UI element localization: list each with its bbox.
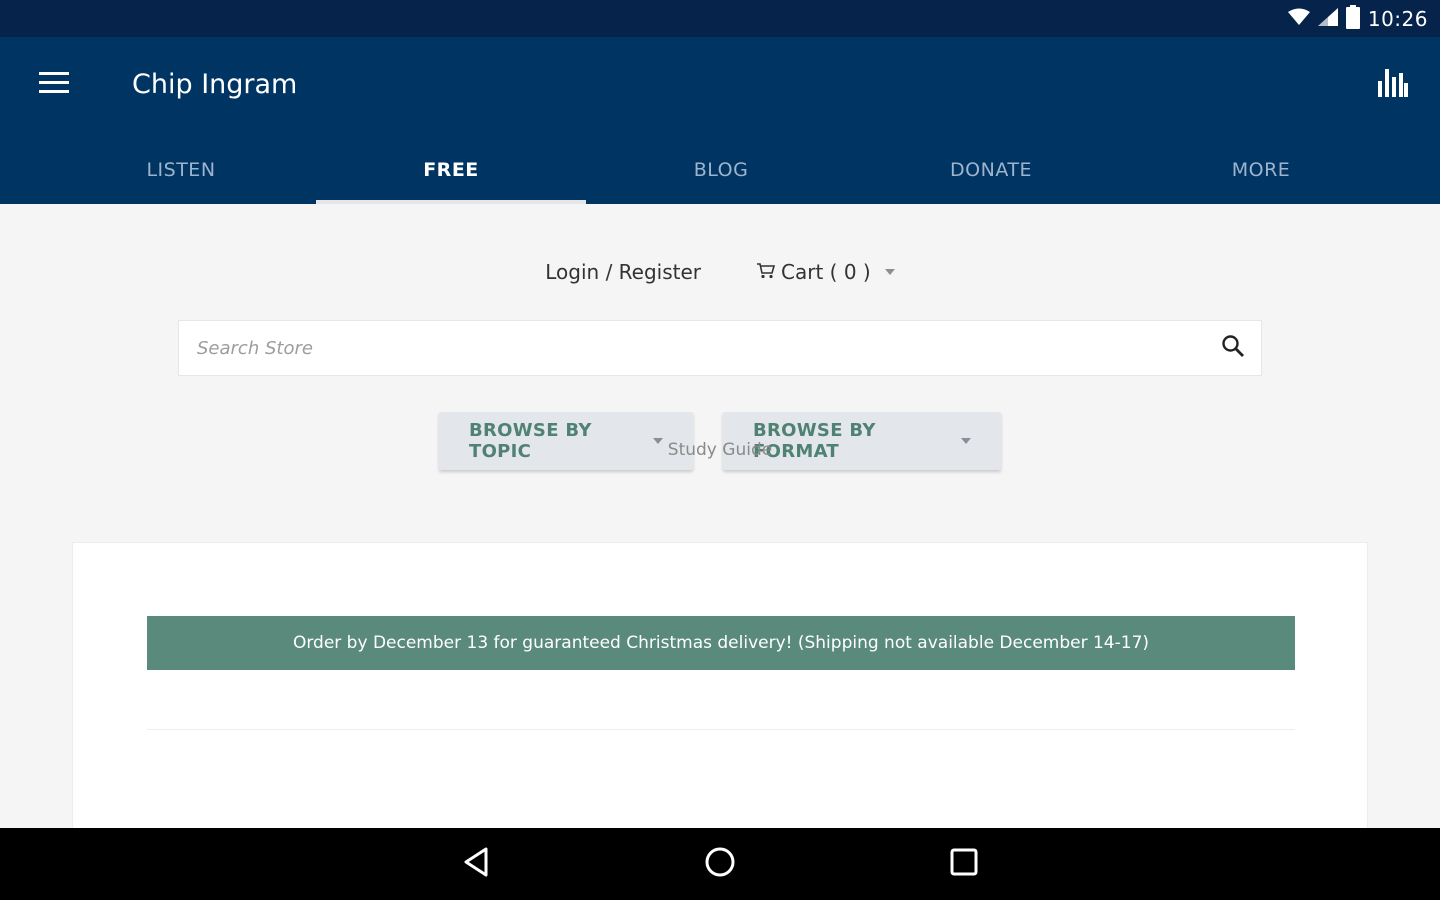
chevron-down-icon bbox=[884, 269, 895, 275]
stats-icon bbox=[1376, 67, 1408, 104]
recents-icon bbox=[950, 848, 978, 881]
cart-label: Cart ( 0 ) bbox=[781, 260, 871, 284]
status-bar: 10:26 bbox=[0, 0, 1440, 37]
login-register-link[interactable]: Login / Register bbox=[545, 260, 701, 284]
signal-icon bbox=[1317, 7, 1338, 31]
tab-bar: LISTEN FREE BLOG DONATE MORE bbox=[46, 135, 1396, 204]
product-card: Order by December 13 for guaranteed Chri… bbox=[72, 542, 1368, 842]
section-label: Study Guide bbox=[667, 440, 773, 460]
navigation-bar bbox=[0, 828, 1440, 900]
battery-icon bbox=[1345, 4, 1360, 34]
back-button[interactable] bbox=[454, 842, 498, 886]
tab-free[interactable]: FREE bbox=[316, 135, 586, 204]
status-time: 10:26 bbox=[1367, 7, 1428, 31]
wifi-icon bbox=[1287, 8, 1310, 31]
account-row: Login / Register Cart ( 0 ) bbox=[0, 260, 1440, 284]
tab-donate[interactable]: DONATE bbox=[856, 135, 1126, 204]
store-content: Login / Register Cart ( 0 ) BROWSE BY TO… bbox=[0, 204, 1440, 842]
home-icon bbox=[704, 846, 736, 883]
search-input[interactable] bbox=[179, 337, 1205, 359]
cart-icon bbox=[757, 260, 776, 284]
tab-listen[interactable]: LISTEN bbox=[46, 135, 316, 204]
recents-button[interactable] bbox=[942, 842, 986, 886]
search-icon bbox=[1221, 334, 1245, 363]
menu-icon bbox=[39, 71, 69, 99]
app-bar: Chip Ingram LISTEN FREE BLOG DONATE MORE bbox=[0, 37, 1440, 204]
stats-button[interactable] bbox=[1370, 65, 1414, 105]
tab-blog[interactable]: BLOG bbox=[586, 135, 856, 204]
search-button[interactable] bbox=[1205, 321, 1261, 375]
search-box bbox=[178, 320, 1262, 376]
app-title: Chip Ingram bbox=[132, 69, 298, 100]
divider bbox=[147, 729, 1295, 730]
tab-more[interactable]: MORE bbox=[1126, 135, 1396, 204]
status-icons: 10:26 bbox=[1287, 4, 1428, 34]
back-icon bbox=[462, 847, 490, 882]
cart-dropdown[interactable]: Cart ( 0 ) bbox=[757, 260, 895, 284]
home-button[interactable] bbox=[698, 842, 742, 886]
shipping-notice-banner: Order by December 13 for guaranteed Chri… bbox=[147, 616, 1295, 670]
menu-button[interactable] bbox=[30, 65, 78, 105]
